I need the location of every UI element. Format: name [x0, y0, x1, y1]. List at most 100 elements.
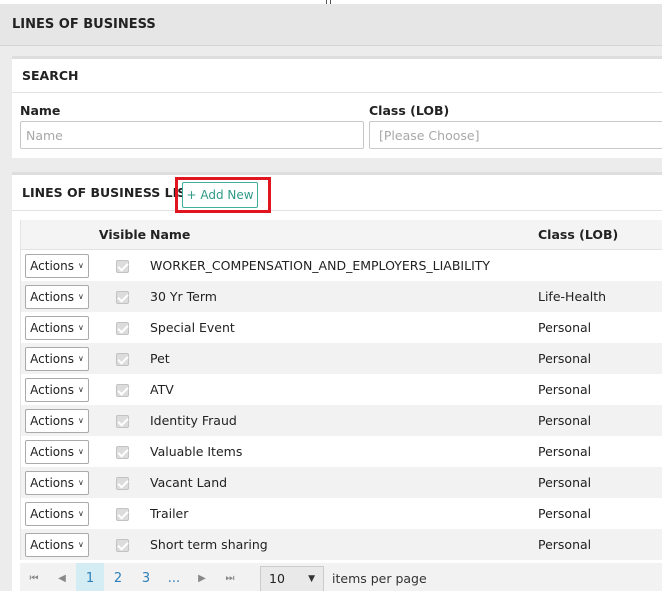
page-1-button[interactable]: 1	[76, 563, 104, 591]
prev-page-icon[interactable]: ◀	[48, 573, 76, 584]
chevron-down-icon: ∨	[77, 292, 84, 301]
chevron-down-icon: ∨	[77, 323, 84, 332]
name-column-header[interactable]: Name	[150, 227, 538, 242]
actions-cell: Actions ∨	[21, 346, 95, 371]
visible-cell	[95, 537, 150, 552]
row-actions-button[interactable]: Actions ∨	[25, 408, 89, 433]
chevron-down-icon: ∨	[77, 447, 84, 456]
class-cell: Personal	[538, 506, 592, 521]
visible-checkbox	[116, 477, 129, 490]
name-search-input[interactable]	[20, 121, 364, 149]
class-cell: Life-Health	[538, 289, 607, 304]
name-cell: Pet	[150, 351, 170, 366]
row-actions-button[interactable]: Actions ∨	[25, 377, 89, 402]
row-actions-label: Actions	[30, 444, 74, 459]
visible-checkbox	[116, 322, 129, 335]
chevron-down-icon: ∨	[77, 354, 84, 363]
add-new-button[interactable]: + Add New	[182, 182, 258, 208]
page-size-value: 10	[269, 571, 285, 586]
name-cell: Short term sharing	[150, 537, 268, 552]
row-actions-button[interactable]: Actions ∨	[25, 439, 89, 464]
actions-cell: Actions ∨	[21, 532, 95, 557]
visible-cell	[95, 475, 150, 490]
page-title-text: LINES OF BUSINESS	[12, 17, 156, 32]
page-title: LINES OF BUSINESS	[0, 4, 662, 46]
grid-body: Actions ∨ WORKER_COMPENSATION_AND_EMPLOYER…	[21, 250, 662, 560]
row-actions-button[interactable]: Actions ∨	[25, 346, 89, 371]
visible-checkbox	[116, 353, 129, 366]
visible-checkbox	[116, 291, 129, 304]
pager: ⏮ ◀ 1 2 3 ... ▶ ⏭ 10 ▼ items per page	[20, 563, 662, 591]
actions-cell: Actions ∨	[21, 470, 95, 495]
row-actions-label: Actions	[30, 475, 74, 490]
row-actions-label: Actions	[30, 289, 74, 304]
class-column-header[interactable]: Class (LOB)	[538, 227, 662, 242]
row-actions-label: Actions	[30, 413, 74, 428]
actions-cell: Actions ∨	[21, 315, 95, 340]
visible-checkbox	[116, 384, 129, 397]
visible-cell	[95, 506, 150, 521]
page-2-button[interactable]: 2	[104, 563, 132, 591]
class-select[interactable]: [Please Choose]	[369, 121, 662, 149]
chevron-down-icon: ∨	[77, 509, 84, 518]
row-actions-label: Actions	[30, 351, 74, 366]
row-actions-label: Actions	[30, 537, 74, 552]
visible-checkbox	[116, 415, 129, 428]
row-actions-label: Actions	[30, 320, 74, 335]
chevron-down-icon: ∨	[77, 478, 84, 487]
table-row: Actions ∨ ATV Personal	[21, 374, 662, 405]
name-cell: Special Event	[150, 320, 235, 335]
row-actions-button[interactable]: Actions ∨	[25, 253, 89, 278]
row-actions-button[interactable]: Actions ∨	[25, 284, 89, 309]
class-select-value: [Please Choose]	[379, 127, 480, 143]
lob-grid: Visible Name Class (LOB) Actions ∨ WORKER_…	[20, 220, 662, 560]
class-cell: Personal	[538, 382, 592, 397]
visible-column-header[interactable]: Visible	[95, 227, 150, 242]
table-row: Actions ∨ Valuable Items Personal	[21, 436, 662, 467]
items-per-page-label: items per page	[332, 571, 427, 586]
row-actions-button[interactable]: Actions ∨	[25, 532, 89, 557]
row-actions-button[interactable]: Actions ∨	[25, 315, 89, 340]
actions-cell: Actions ∨	[21, 501, 95, 526]
table-row: Actions ∨ Short term sharing Personal	[21, 529, 662, 560]
more-pages-button[interactable]: ...	[160, 563, 188, 591]
class-field-label: Class (LOB)	[369, 103, 450, 118]
visible-cell	[95, 289, 150, 304]
list-title-text: LINES OF BUSINESS LIST	[22, 185, 195, 200]
visible-checkbox	[116, 446, 129, 459]
next-page-icon[interactable]: ▶	[188, 573, 216, 584]
visible-checkbox	[116, 260, 129, 273]
table-row: Actions ∨ Special Event Personal	[21, 312, 662, 343]
name-cell: Vacant Land	[150, 475, 228, 490]
class-cell: Personal	[538, 351, 592, 366]
last-page-icon[interactable]: ⏭	[216, 573, 244, 584]
visible-checkbox	[116, 539, 129, 552]
page-size-select[interactable]: 10 ▼	[260, 565, 324, 591]
chevron-down-icon: ∨	[77, 385, 84, 394]
row-actions-button[interactable]: Actions ∨	[25, 470, 89, 495]
table-row: Actions ∨ Vacant Land Personal	[21, 467, 662, 498]
class-cell: Personal	[538, 320, 592, 335]
search-panel: SEARCH Name Class (LOB) [Please Choose]	[12, 56, 662, 158]
list-panel-title: LINES OF BUSINESS LIST	[12, 175, 662, 211]
actions-cell: Actions ∨	[21, 439, 95, 464]
actions-cell: Actions ∨	[21, 377, 95, 402]
first-page-icon[interactable]: ⏮	[20, 573, 48, 584]
visible-cell	[95, 413, 150, 428]
actions-cell: Actions ∨	[21, 284, 95, 309]
class-cell: Personal	[538, 444, 592, 459]
table-row: Actions ∨ Trailer Personal	[21, 498, 662, 529]
table-row: Actions ∨ Pet Personal	[21, 343, 662, 374]
actions-cell: Actions ∨	[21, 408, 95, 433]
grid-header: Visible Name Class (LOB)	[21, 220, 662, 250]
search-panel-title: SEARCH	[12, 59, 662, 93]
name-cell: 30 Yr Term	[150, 289, 217, 304]
visible-cell	[95, 382, 150, 397]
chevron-down-icon: ∨	[77, 416, 84, 425]
row-actions-label: Actions	[30, 382, 74, 397]
name-cell: WORKER_COMPENSATION_AND_EMPLOYERS_LIABIL…	[150, 258, 491, 273]
visible-cell	[95, 351, 150, 366]
row-actions-button[interactable]: Actions ∨	[25, 501, 89, 526]
table-row: Actions ∨ Identity Fraud Personal	[21, 405, 662, 436]
page-3-button[interactable]: 3	[132, 563, 160, 591]
